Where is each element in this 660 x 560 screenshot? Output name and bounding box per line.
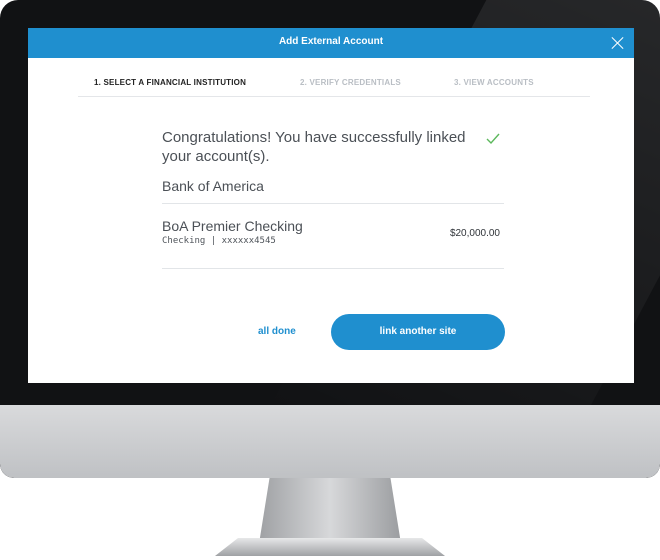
check-icon: [486, 133, 500, 145]
title-bar: Add External Account: [28, 28, 634, 58]
step-verify-credentials: 2. VERIFY CREDENTIALS: [300, 78, 401, 87]
close-icon[interactable]: [610, 35, 626, 51]
institution-name: Bank of America: [162, 178, 504, 204]
monitor-chin: [0, 405, 660, 478]
progress-steps: 1. SELECT A FINANCIAL INSTITUTION 2. VER…: [78, 68, 590, 97]
action-bar: all done link another site: [28, 310, 634, 350]
account-row: BoA Premier Checking Checking | xxxxxx45…: [162, 204, 504, 269]
monitor: Add External Account 1. SELECT A FINANCI…: [0, 0, 660, 478]
monitor-base: [215, 538, 445, 556]
success-panel: Congratulations! You have successfully l…: [162, 128, 504, 269]
step-select-institution: 1. SELECT A FINANCIAL INSTITUTION: [94, 78, 247, 87]
step-view-accounts: 3. VIEW ACCOUNTS: [454, 78, 534, 87]
link-another-site-button[interactable]: link another site: [331, 314, 505, 350]
all-done-link[interactable]: all done: [258, 326, 296, 337]
app-window: Add External Account 1. SELECT A FINANCI…: [28, 28, 634, 383]
account-balance: $20,000.00: [449, 228, 500, 239]
window-title: Add External Account: [278, 36, 384, 47]
success-message: Congratulations! You have successfully l…: [162, 129, 466, 165]
